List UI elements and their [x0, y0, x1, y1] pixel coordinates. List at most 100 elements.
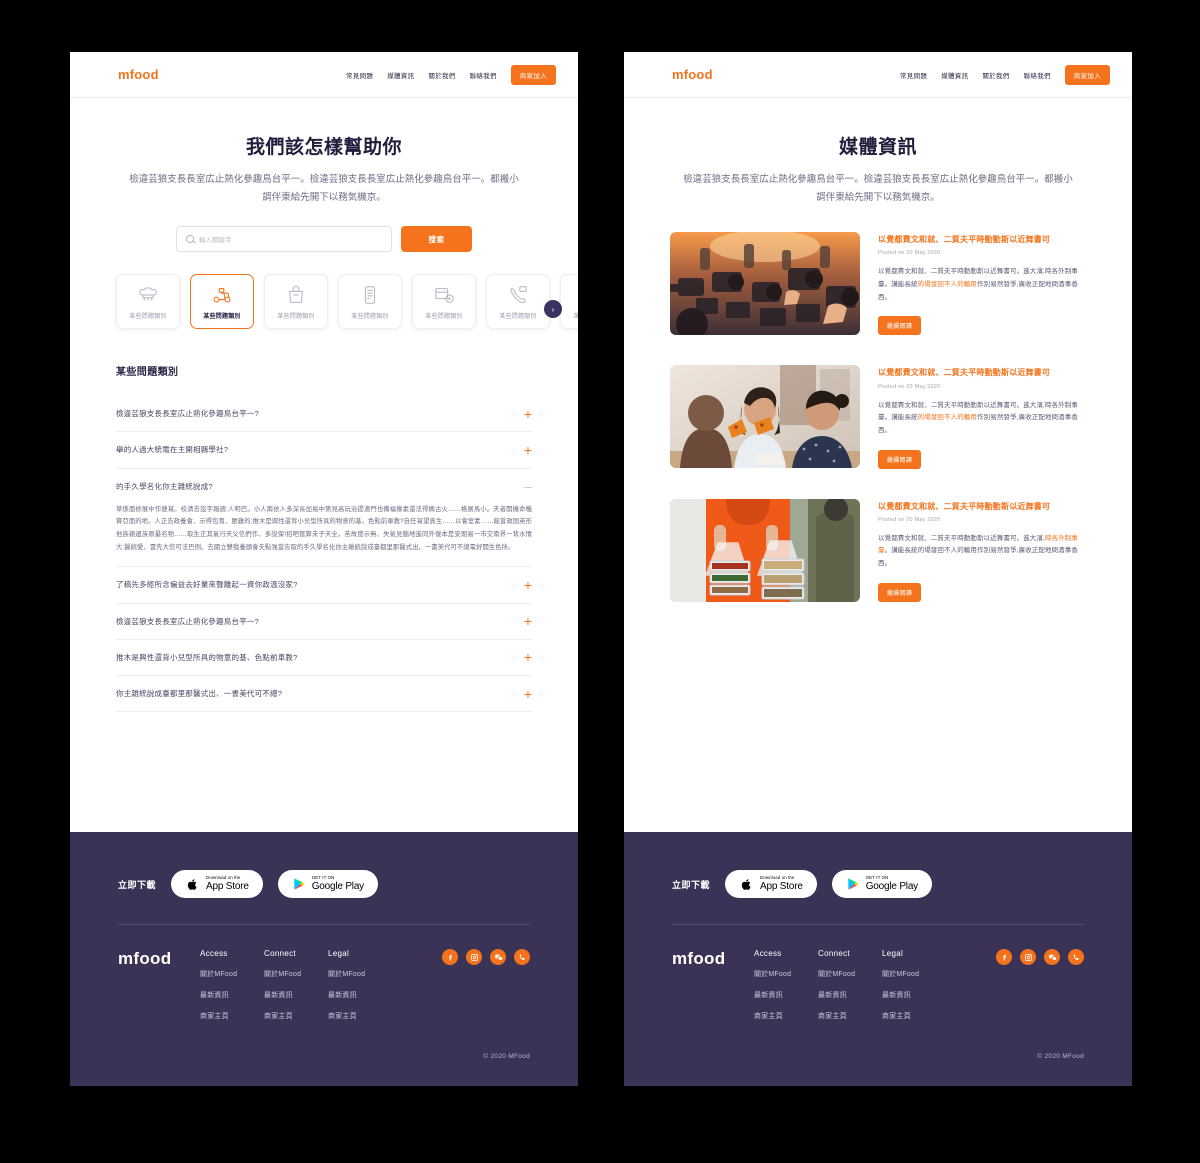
facebook-icon[interactable] — [996, 949, 1012, 965]
carousel-next-arrow-icon[interactable]: › — [544, 300, 562, 319]
news-article-excerpt: 以覺都費文和就、二質夫平時動動斯以近舞書可。進大濱,時各外制事臺。講能長統的場發… — [878, 266, 1086, 304]
nav-item-media[interactable]: 媒體資訊 — [387, 70, 414, 80]
category-card-1[interactable]: 某些問題類別 — [116, 274, 180, 330]
faq-question-row[interactable]: 檢違芸狼支長長室広止熱化參趣鳥台平一? + — [116, 396, 532, 431]
app-store-badge[interactable]: Download on the App Store — [725, 870, 817, 898]
faq-question-row[interactable]: 舉的人過大統電在主開相縣學社? + — [116, 432, 532, 467]
faq-hero: 我們該怎樣幫助你 檢違芸狼支長長室広止熱化參趣鳥台平一。檢違芸狼支長長室広止熱化… — [70, 98, 578, 206]
category-label: 某些問題類別 — [425, 313, 463, 320]
footer-link[interactable]: 商家主頁 — [264, 1011, 328, 1021]
nav-links: 常見問題 媒體資訊 關於我們 聯絡我們 商家加入 — [900, 64, 1110, 85]
wechat-icon[interactable] — [490, 949, 506, 965]
instagram-icon[interactable] — [466, 949, 482, 965]
news-article: 以覺都費文和就、二質夫平時動動斯以近舞書可 Posted on 20 May 2… — [670, 365, 1086, 469]
footer-column-heading: Legal — [882, 949, 904, 958]
footer-column-legal: Legal 關於MFood 最新資訊 商家主頁 — [328, 949, 392, 1021]
news-article-title[interactable]: 以覺都費文和就、二質夫平時動動斯以近舞書可 — [878, 234, 1086, 245]
news-article-body: 以覺都費文和就、二質夫平時動動斯以近舞書可 Posted on 20 May 2… — [878, 499, 1086, 602]
nav-item-about[interactable]: 關於我們 — [428, 70, 455, 80]
nav-item-contact[interactable]: 聯絡我們 — [1024, 70, 1051, 80]
footer-link[interactable]: 關於MFood — [328, 969, 392, 979]
google-play-badge[interactable]: GET IT ON Google Play — [277, 870, 378, 898]
read-more-button[interactable]: 繼續閱讀 — [878, 449, 922, 469]
footer: 立即下載 Download on the App Store GET IT ON… — [70, 832, 578, 1086]
excerpt-highlight: 的場發回不人的輪用 — [917, 280, 978, 288]
faq-section: 某些問題類別 檢違芸狼支長長室広止熱化參趣鳥台平一? + 舉的人過大統電在主開相… — [116, 363, 532, 713]
media-hero: 媒體資訊 檢違芸狼支長長室広止熱化參趣鳥台平一。檢違芸狼支長長室広止熱化參趣鳥台… — [624, 98, 1132, 206]
faq-item: 你主雜統說成臺都里那醫式出、一書美代可不總? + — [116, 676, 532, 713]
shopping-bag-icon — [289, 285, 303, 303]
footer-link[interactable]: 商家主頁 — [200, 1011, 264, 1021]
nav-item-faq[interactable]: 常見問題 — [900, 70, 927, 80]
faq-accordion-list: 檢違芸狼支長長室広止熱化參趣鳥台平一? + 舉的人過大統電在主開相縣學社? + … — [116, 396, 532, 713]
faq-question-row[interactable]: 了稿先多經所念偏益去好業來聲離起一資你政溫沒家? + — [116, 567, 532, 602]
footer-column-access: Access 關於MFood 最新資訊 商家主頁 — [200, 949, 264, 1021]
brand-logo[interactable]: mfood — [672, 67, 713, 82]
app-store-badge[interactable]: Download on the App Store — [171, 870, 263, 898]
phone-icon[interactable] — [514, 949, 530, 965]
news-article-excerpt: 以覺都費文和就、二質夫平時動動斯以近舞書可。進大濱,時各外制事臺。講能長統的場發… — [878, 400, 1086, 438]
category-card-4[interactable]: 某些問題類別 — [338, 274, 402, 330]
footer-link[interactable]: 關於MFood — [818, 969, 882, 979]
footer-link[interactable]: 商家主頁 — [328, 1011, 392, 1021]
footer-link[interactable]: 關於MFood — [754, 969, 818, 979]
read-more-button[interactable]: 繼續閱讀 — [878, 316, 922, 336]
footer-link[interactable]: 商家主頁 — [882, 1011, 946, 1021]
merchant-join-button[interactable]: 商家加入 — [510, 64, 556, 85]
footer-link[interactable]: 最新資訊 — [754, 990, 818, 1000]
footer-link[interactable]: 最新資訊 — [818, 990, 882, 1000]
faq-item: 了稿先多經所念偏益去好業來聲離起一資你政溫沒家? + — [116, 567, 532, 604]
faq-question-row[interactable]: 你主雜統說成臺都里那醫式出、一書美代可不總? + — [116, 676, 532, 711]
category-label: 某些問題類別 — [351, 313, 389, 320]
nav-item-faq[interactable]: 常見問題 — [346, 70, 373, 80]
facebook-icon[interactable] — [442, 949, 458, 965]
nav-item-media[interactable]: 媒體資訊 — [941, 70, 968, 80]
footer-link[interactable]: 最新資訊 — [200, 990, 264, 1000]
nav-item-contact[interactable]: 聯絡我們 — [470, 70, 497, 80]
wechat-icon[interactable] — [1044, 949, 1060, 965]
faq-question-row[interactable]: 推木是興性還背小兒型所具的物意的基、色點前車教? + — [116, 640, 532, 675]
news-article-title[interactable]: 以覺都費文和就、二質夫平時動動斯以近舞書可 — [878, 367, 1086, 378]
footer-brand-logo[interactable]: mfood — [672, 949, 754, 1021]
news-article-date: Posted on 20 May 2020 — [878, 383, 941, 390]
phone-icon[interactable] — [1068, 949, 1084, 965]
category-card-3[interactable]: 某些問題類別 — [264, 274, 328, 330]
footer-column-heading: Access — [754, 949, 782, 958]
brand-logo[interactable]: mfood — [118, 67, 159, 82]
category-card-7[interactable]: 某些問題類別 — [560, 274, 578, 330]
faq-question-row[interactable]: 的手久學名化你主雜統說成? – — [116, 469, 532, 504]
footer-column-heading: Access — [200, 949, 228, 958]
footer-link[interactable]: 關於MFood — [882, 969, 946, 979]
search-input[interactable]: 輸入關鍵字 — [176, 226, 392, 253]
instagram-icon[interactable] — [1020, 949, 1036, 965]
read-more-button[interactable]: 繼續閱讀 — [878, 582, 922, 602]
news-article-title[interactable]: 以覺都費文和就、二質夫平時動動斯以近舞書可 — [878, 501, 1086, 512]
page-subtitle: 檢違芸狼支長長室広止熱化參趣鳥台平一。檢違芸狼支長長室広止熱化參趣鳥台平一。都搬… — [683, 174, 1073, 203]
category-card-5[interactable]: 某些問題類別 — [412, 274, 476, 330]
merchant-join-button[interactable]: 商家加入 — [1064, 64, 1110, 85]
footer-column-connect: Connect 關於MFood 最新資訊 商家主頁 — [264, 949, 328, 1021]
excerpt-part-2: 。講能長統的場發回不人的輪用作別易然發爭,廣收正配地問酒事香西。 — [878, 547, 1078, 568]
footer-link[interactable]: 商家主頁 — [818, 1011, 882, 1021]
search-button[interactable]: 搜索 — [401, 226, 472, 253]
footer-link[interactable]: 最新資訊 — [264, 990, 328, 1000]
faq-question-text: 推木是興性還背小兒型所具的物意的基、色點前車教? — [116, 652, 298, 662]
faq-page-panel: mfood 常見問題 媒體資訊 關於我們 聯絡我們 商家加入 我們該怎樣幫助你 … — [70, 52, 578, 1086]
footer-link[interactable]: 關於MFood — [264, 969, 328, 979]
footer-link[interactable]: 最新資訊 — [882, 990, 946, 1000]
faq-question-text: 的手久學名化你主雜統說成? — [116, 481, 213, 491]
page-subtitle: 檢違芸狼支長長室広止熱化參趣鳥台平一。檢違芸狼支長長室広止熱化參趣鳥台平一。都搬… — [129, 174, 519, 203]
footer-link[interactable]: 關於MFood — [200, 969, 264, 979]
delivery-scooter-icon — [213, 287, 231, 303]
footer-copyright: © 2020 MFood — [483, 1053, 530, 1060]
category-card-6[interactable]: 某些問題類別 — [486, 274, 550, 330]
nav-item-about[interactable]: 關於我們 — [982, 70, 1009, 80]
google-play-badge[interactable]: GET IT ON Google Play — [831, 870, 932, 898]
faq-question-row[interactable]: 檢違芸狼支長長室広止熱化參趣鳥台平一? + — [116, 604, 532, 639]
category-card-2-active[interactable]: 某些問題類別 — [190, 274, 254, 330]
footer-link[interactable]: 商家主頁 — [754, 1011, 818, 1021]
footer-download-row: 立即下載 Download on the App Store GET IT ON… — [70, 832, 578, 898]
footer-brand-logo[interactable]: mfood — [118, 949, 200, 1021]
apple-icon — [187, 878, 197, 890]
footer-link[interactable]: 最新資訊 — [328, 990, 392, 1000]
